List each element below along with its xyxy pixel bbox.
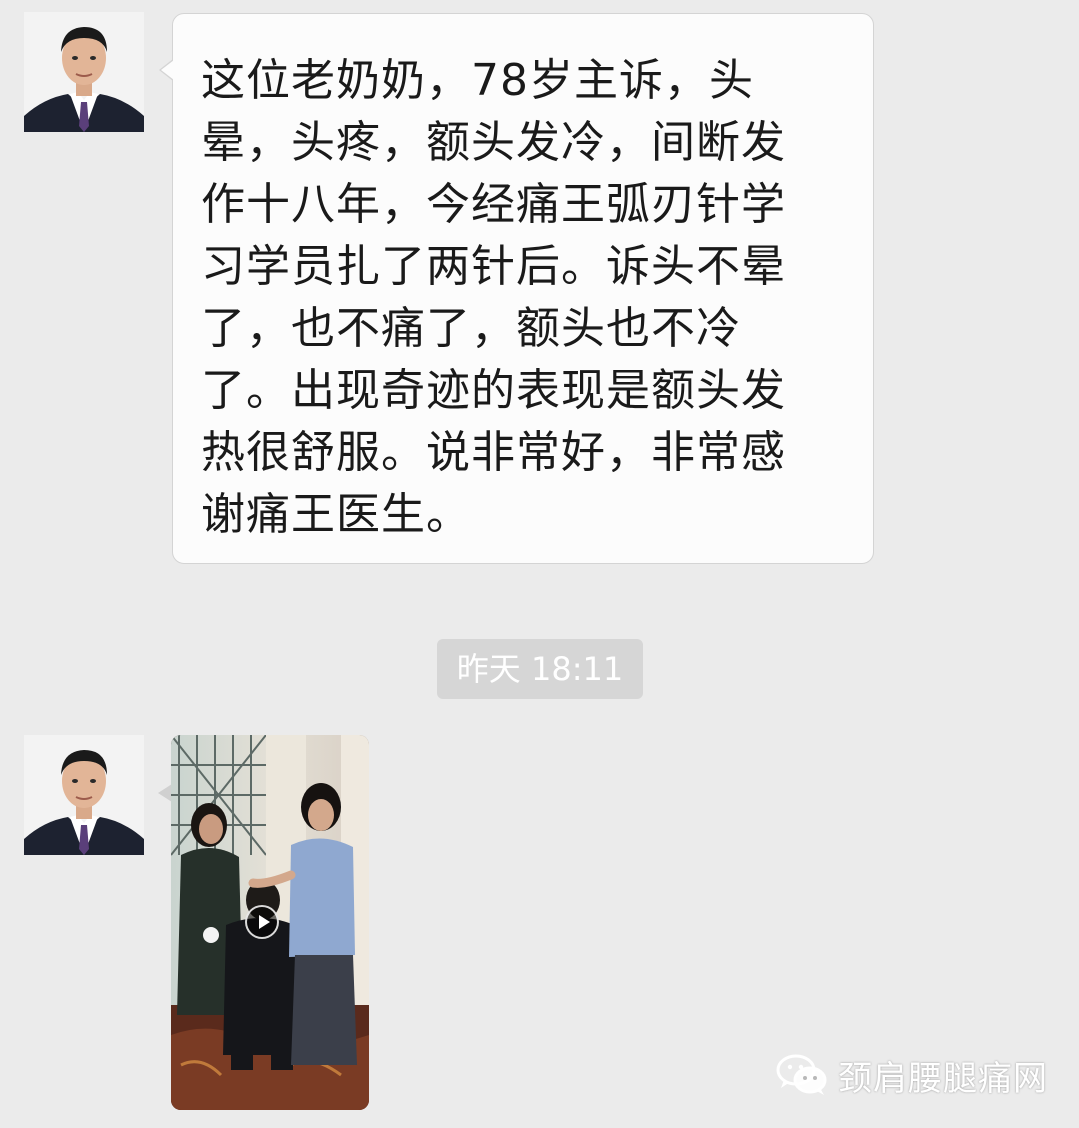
avatar-portrait xyxy=(24,12,144,132)
bubble-tail-inner xyxy=(161,60,174,80)
avatar-portrait xyxy=(24,735,144,855)
play-icon[interactable] xyxy=(245,905,279,939)
video-message-thumbnail[interactable] xyxy=(171,735,369,1110)
wechat-icon xyxy=(776,1054,827,1095)
message-text: 这位老奶奶，78岁主诉，头 晕，头疼，额头发冷，间断发 作十八年，今经痛王弧刃针… xyxy=(201,55,786,540)
contact-avatar[interactable] xyxy=(24,735,144,855)
video-bubble-tail xyxy=(158,784,172,802)
watermark-text: 颈肩腰腿痛网 xyxy=(838,1058,1048,1099)
watermark: 颈肩腰腿痛网 xyxy=(776,1050,1048,1100)
timestamp-divider: 昨天 18:11 xyxy=(437,639,643,699)
message-bubble-text[interactable]: 这位老奶奶，78岁主诉，头 晕，头疼，额头发冷，间断发 作十八年，今经痛王弧刃针… xyxy=(172,13,874,564)
contact-avatar[interactable] xyxy=(24,12,144,132)
